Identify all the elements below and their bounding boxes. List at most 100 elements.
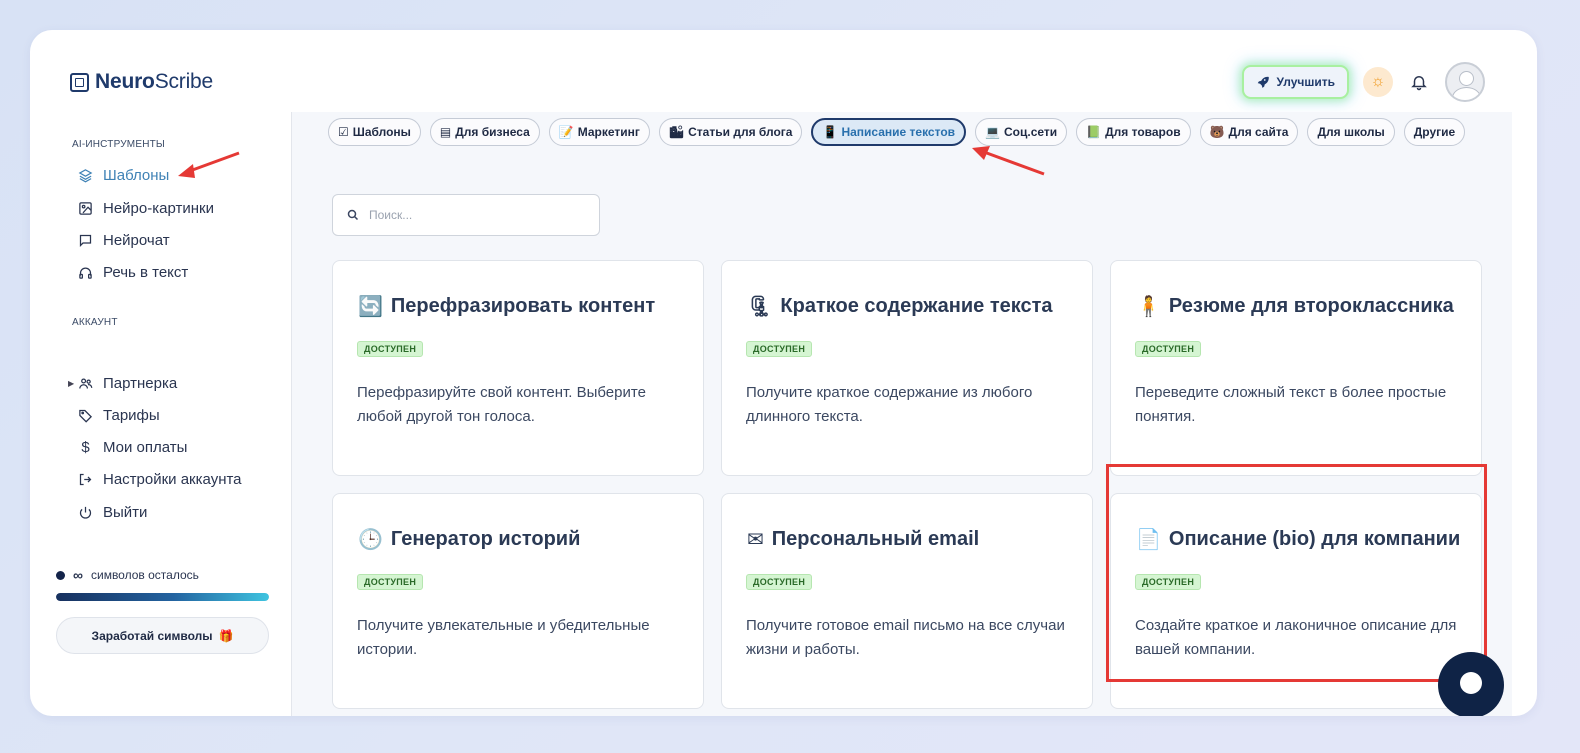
chip-label: Другие: [1413, 125, 1456, 139]
chat-icon: [79, 234, 92, 248]
card-title-text: Краткое содержание текста: [780, 295, 1053, 317]
status-dot: [56, 570, 65, 580]
chip-label: Статьи для блога: [688, 125, 793, 139]
category-chip[interactable]: 📝 Маркетинг: [548, 118, 650, 146]
headphones-icon: [79, 267, 92, 279]
sidebar-item-label: Речь в текст: [103, 264, 189, 281]
chip-icon: 🏙: [668, 125, 685, 139]
sidebar-item-label: Нейро-картинки: [103, 200, 214, 217]
sidebar-item-label: Мои оплаты: [103, 439, 188, 456]
earn-symbols-label: Заработай символы: [91, 628, 213, 643]
card-title-text: Генератор историй: [390, 528, 581, 550]
card-title-text: Перефразировать контент: [390, 295, 656, 317]
sidebar-item-neuro-images[interactable]: Нейро-картинки: [78, 200, 214, 217]
sidebar-item-speech-to-text[interactable]: Речь в текст: [78, 264, 188, 281]
search-box[interactable]: [332, 194, 600, 236]
card-title: 🕒 Генератор историй: [358, 527, 580, 552]
image-icon: [79, 202, 92, 215]
users-icon: [79, 378, 93, 389]
chip-icon: 📗: [1086, 125, 1102, 139]
tag-icon: [79, 409, 93, 423]
chip-label: Маркетинг: [577, 125, 640, 139]
category-chip[interactable]: 💻 Соц.сети: [975, 118, 1068, 146]
template-card[interactable]: 🕒 Генератор историй ДОСТУПЕН Получите увлек…: [332, 493, 704, 709]
sidebar-item-logout[interactable]: Выйти: [78, 504, 147, 521]
card-icon: ✉: [747, 529, 764, 551]
template-card[interactable]: 🗜 Краткое содержание текста ДОСТУПЕН Получи…: [721, 260, 1093, 476]
card-description: Получите увлекательные и убедительные ис…: [357, 617, 650, 658]
logo-icon: [70, 72, 89, 92]
login-icon: [79, 473, 92, 486]
card-icon: 🔄: [358, 296, 383, 318]
chip-icon: 🐻: [1209, 125, 1225, 139]
chip-icon: 💻: [985, 125, 1000, 139]
sidebar-item-tariffs[interactable]: Тарифы: [78, 407, 160, 424]
sidebar-item-templates[interactable]: Шаблоны: [78, 167, 169, 184]
card-icon: 🧍: [1136, 296, 1161, 318]
expand-caret-icon[interactable]: ▶: [68, 379, 74, 388]
credits-symbol: ∞: [73, 567, 83, 583]
chip-icon: ▤: [439, 125, 452, 139]
user-avatar[interactable]: [1445, 62, 1485, 102]
category-chip[interactable]: Для школы: [1307, 118, 1395, 146]
chip-label: Для товаров: [1105, 125, 1181, 139]
card-description: Переведите сложный текст в более простые…: [1135, 384, 1447, 425]
category-chip[interactable]: Другие: [1403, 118, 1466, 146]
category-chip[interactable]: 📱 Написание текстов: [811, 118, 967, 146]
notifications-bell-icon[interactable]: [1407, 70, 1431, 94]
status-badge: ДОСТУПЕН: [1135, 341, 1202, 357]
upgrade-button[interactable]: Улучшить: [1241, 65, 1349, 99]
status-badge: ДОСТУПЕН: [746, 574, 813, 590]
app-window: NeuroScribe Улучшить ☼ AI-ИНСТРУМЕНТЫ Ша…: [30, 30, 1537, 716]
rocket-icon: [1257, 76, 1269, 88]
template-card[interactable]: 🧍 Резюме для второклассника ДОСТУПЕН Переве…: [1110, 260, 1482, 476]
sidebar-item-label: Шаблоны: [103, 167, 170, 184]
chat-widget-button[interactable]: [1438, 652, 1504, 716]
power-icon: [79, 506, 92, 519]
earn-symbols-button[interactable]: Заработай символы 🎁: [56, 617, 269, 654]
card-title-text: Персональный email: [771, 528, 980, 550]
credits-text: символов осталось: [90, 568, 199, 582]
header-actions: Улучшить ☼: [1241, 62, 1485, 102]
gift-icon: 🎁: [218, 628, 234, 643]
card-description: Получите краткое содержание из любого дл…: [746, 384, 1033, 425]
template-card[interactable]: 🔄 Перефразировать контент ДОСТУПЕН Перефраз…: [332, 260, 704, 476]
chip-label: Написание текстов: [841, 125, 956, 139]
status-badge: ДОСТУПЕН: [357, 574, 424, 590]
card-title-text: Резюме для второклассника: [1168, 295, 1454, 317]
card-description: Перефразируйте свой контент. Выберите лю…: [357, 384, 646, 425]
sidebar-section-tools: AI-ИНСТРУМЕНТЫ: [72, 139, 165, 150]
chip-label: Для бизнеса: [455, 125, 530, 139]
chip-label: Для школы: [1317, 125, 1385, 139]
sidebar-item-payments[interactable]: $ Мои оплаты: [78, 439, 187, 456]
sidebar: AI-ИНСТРУМЕНТЫ Шаблоны Нейро-картинки Не…: [30, 112, 292, 716]
card-title: 🗜 Краткое содержание текста: [747, 294, 1053, 319]
app-logo[interactable]: NeuroScribe: [70, 70, 213, 94]
sidebar-item-neurochat[interactable]: Нейрочат: [78, 232, 170, 249]
annotation-highlight-box: [1106, 464, 1487, 682]
category-chip[interactable]: 📗 Для товаров: [1076, 118, 1191, 146]
card-icon: 🕒: [358, 529, 383, 551]
category-chips: ☑ Шаблоны ▤ Для бизнеса 📝 Маркетинг 🏙 Статьи дл…: [328, 118, 1490, 150]
category-chip[interactable]: 🐻 Для сайта: [1199, 118, 1299, 146]
sidebar-item-label: Партнерка: [103, 375, 178, 392]
category-chip[interactable]: 🏙 Статьи для блога: [658, 118, 803, 146]
template-card[interactable]: ✉ Персональный email ДОСТУПЕН Получите гото…: [721, 493, 1093, 709]
sidebar-item-label: Нейрочат: [103, 232, 170, 249]
category-chip[interactable]: ▤ Для бизнеса: [429, 118, 540, 146]
layers-icon: [78, 169, 93, 183]
chip-label: Соц.сети: [1003, 125, 1058, 139]
category-chip[interactable]: ☑ Шаблоны: [328, 118, 421, 146]
sidebar-item-account-settings[interactable]: Настройки аккаунта: [78, 471, 242, 488]
status-badge: ДОСТУПЕН: [357, 341, 424, 357]
sidebar-item-label: Настройки аккаунта: [103, 471, 242, 488]
search-input[interactable]: [369, 208, 569, 222]
sidebar-item-partners[interactable]: Партнерка: [78, 375, 177, 392]
chip-icon: 📝: [558, 125, 574, 139]
chip-label: Для сайта: [1228, 125, 1289, 139]
card-title: ✉ Персональный email: [747, 527, 979, 552]
sidebar-item-label: Тарифы: [103, 407, 160, 424]
card-description: Получите готовое email письмо на все слу…: [746, 617, 1065, 658]
card-icon: 🗜: [747, 296, 773, 318]
theme-toggle-sun-icon[interactable]: ☼: [1363, 67, 1393, 97]
